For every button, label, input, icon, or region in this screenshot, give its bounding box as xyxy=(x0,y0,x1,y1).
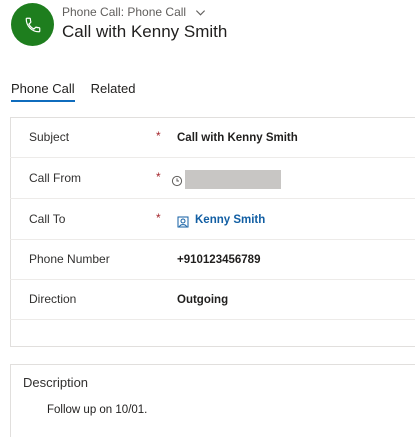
entity-avatar xyxy=(11,3,54,46)
record-header: Phone Call: Phone Call Call with Kenny S… xyxy=(0,0,415,60)
chevron-down-icon xyxy=(196,9,206,16)
subject-label: Subject xyxy=(29,130,70,144)
clock-icon xyxy=(171,175,183,187)
phone-number-label: Phone Number xyxy=(29,252,110,266)
tab-bar: Phone Call Related xyxy=(11,80,151,102)
subject-value[interactable]: Call with Kenny Smith xyxy=(177,132,298,144)
required-indicator: * xyxy=(156,170,161,184)
call-from-field[interactable]: Call From * xyxy=(10,159,415,199)
phone-number-value[interactable]: +910123456789 xyxy=(177,254,260,266)
description-label: Description xyxy=(23,375,89,390)
phone-number-field[interactable]: Phone Number +910123456789 xyxy=(10,240,415,280)
call-to-link[interactable]: Kenny Smith xyxy=(195,214,265,226)
call-from-label: Call From xyxy=(29,171,82,185)
direction-field[interactable]: Direction Outgoing xyxy=(10,280,415,320)
required-indicator: * xyxy=(156,211,161,225)
call-to-label: Call To xyxy=(29,212,66,226)
direction-label: Direction xyxy=(29,292,77,306)
description-value[interactable]: Follow up on 10/01. xyxy=(47,404,147,416)
subject-field[interactable]: Subject * Call with Kenny Smith xyxy=(10,118,415,158)
call-to-field[interactable]: Call To * Kenny Smith xyxy=(10,200,415,240)
entity-type-label: Phone Call: Phone Call xyxy=(62,5,187,19)
page-title: Call with Kenny Smith xyxy=(62,22,228,41)
required-indicator: * xyxy=(156,129,161,143)
description-section: Description Follow up on 10/01. xyxy=(10,364,415,437)
direction-value[interactable]: Outgoing xyxy=(177,294,228,306)
tab-related[interactable]: Related xyxy=(91,80,136,102)
tab-phone-call[interactable]: Phone Call xyxy=(11,80,75,102)
entity-type-selector[interactable]: Phone Call: Phone Call xyxy=(62,5,206,19)
phone-icon xyxy=(25,17,40,32)
call-from-value-redacted[interactable] xyxy=(185,170,281,189)
contact-icon xyxy=(177,216,189,228)
